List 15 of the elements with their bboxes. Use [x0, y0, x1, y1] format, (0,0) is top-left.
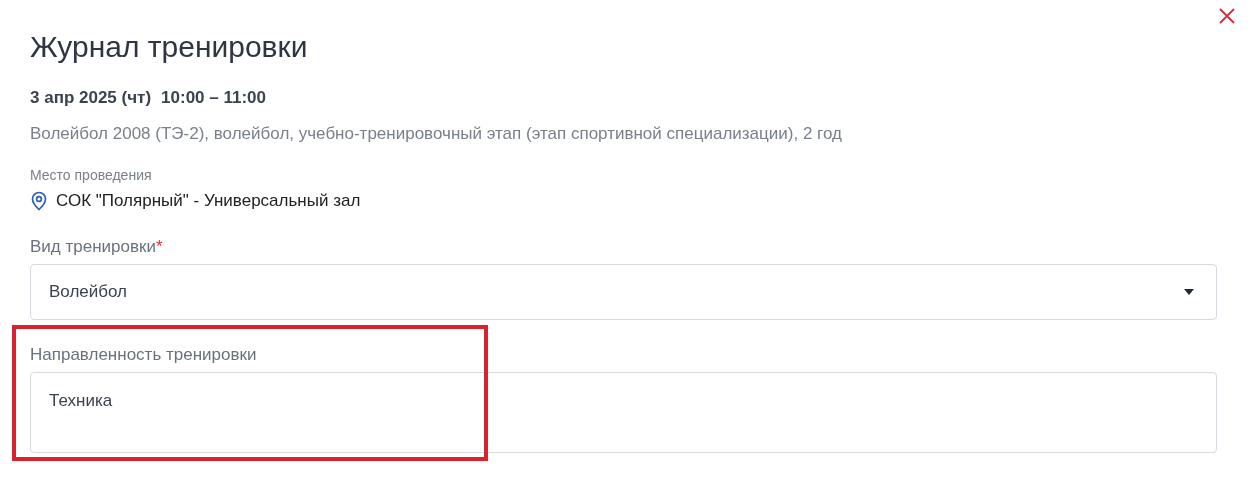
dialog-title: Журнал тренировки: [30, 29, 309, 65]
close-button[interactable]: [1218, 7, 1236, 25]
text-area[interactable]: Техника: [30, 372, 1217, 453]
select-field[interactable]: Волейбол: [30, 264, 1217, 320]
field-label: Направленность тренировки: [30, 345, 257, 364]
caret-icon: [1184, 289, 1194, 295]
session-description: Волейбол 2008 (ТЭ-2), волейбол, учебно-тренировочный этап (этап спортивной специализации), 2 год: [30, 124, 843, 144]
session-date: 3 апр 2025 (чт): [30, 88, 152, 108]
venue-label: Место проведения: [30, 167, 153, 183]
location-pin-icon: [30, 191, 48, 211]
field-label: Вид тренировки: [30, 237, 156, 256]
venue-name: СОК "Полярный" - Универсальный зал: [56, 191, 361, 211]
close-icon: [1218, 7, 1236, 25]
session-time: 10:00 – 11:00: [161, 88, 266, 108]
required-mark: *: [155, 237, 163, 256]
